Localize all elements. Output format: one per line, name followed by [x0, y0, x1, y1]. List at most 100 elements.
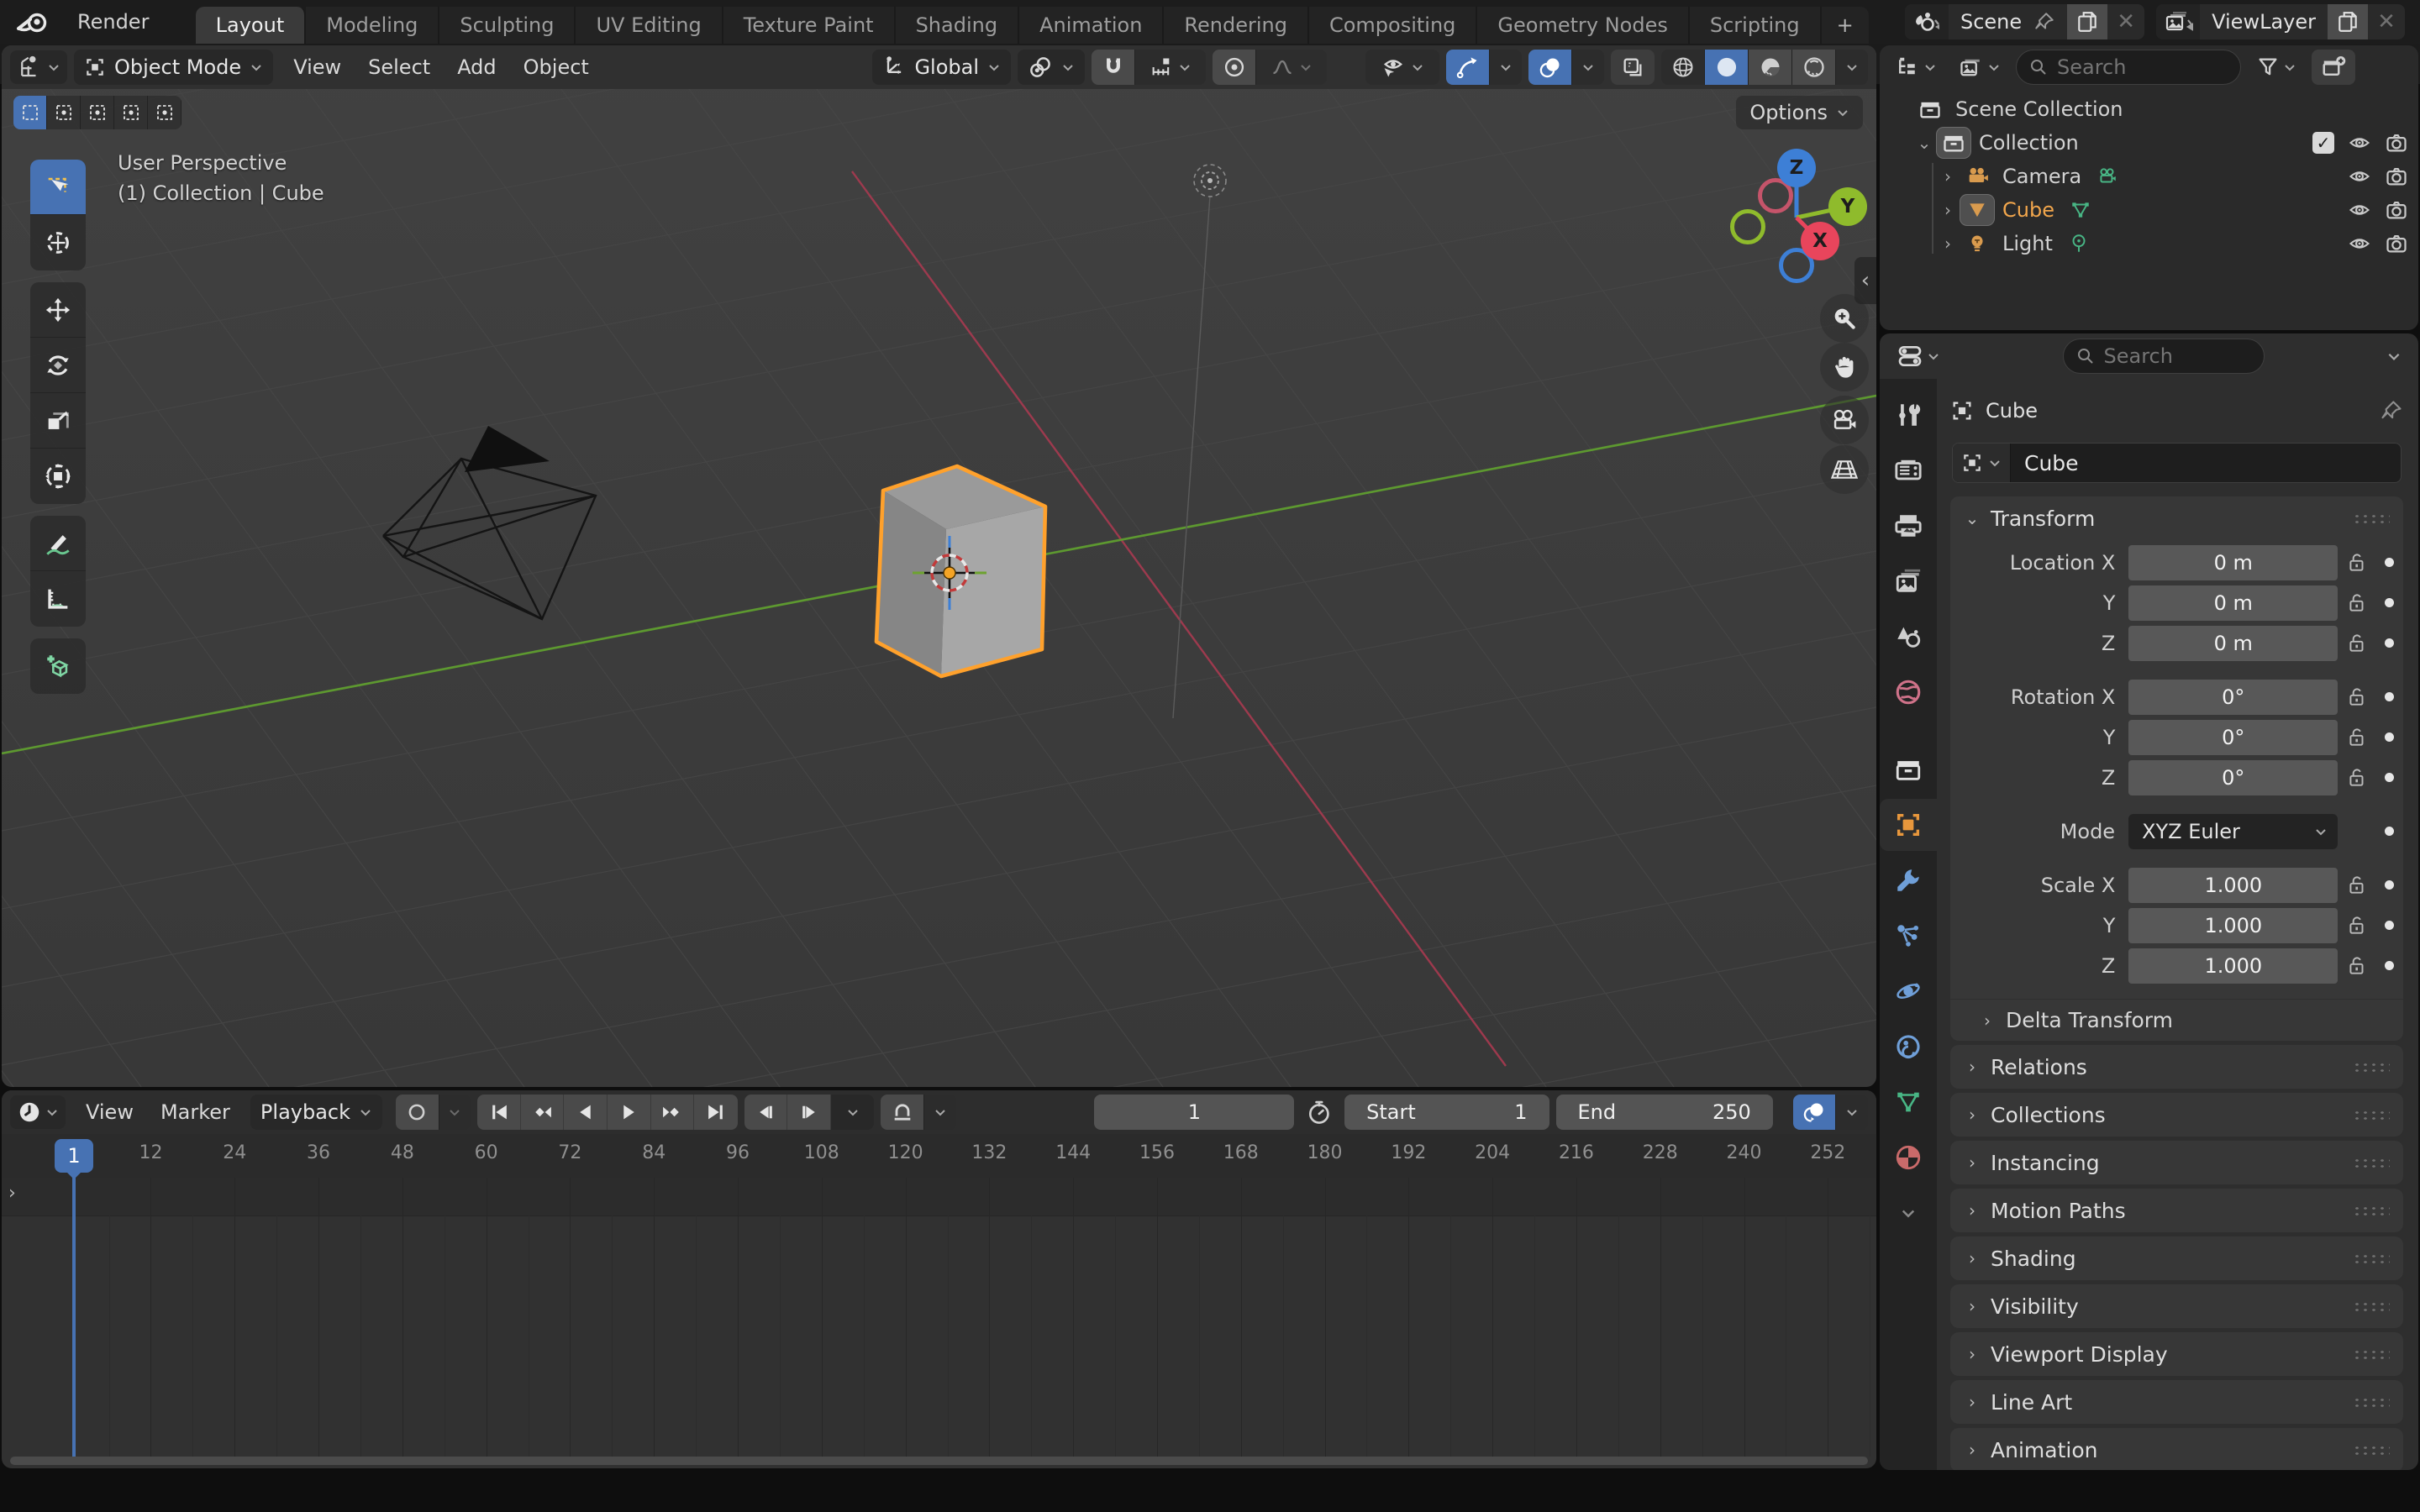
- shading-material-button[interactable]: [1749, 50, 1792, 85]
- loop-dropdown[interactable]: [924, 1095, 956, 1130]
- panel-grip[interactable]: [2353, 1110, 2390, 1120]
- animate-button[interactable]: [2375, 880, 2403, 890]
- hide-in-viewport-icon[interactable]: [2348, 198, 2371, 222]
- unlink-scene-button[interactable]: ✕: [2107, 4, 2144, 39]
- disable-in-renders-icon[interactable]: [2385, 131, 2408, 155]
- properties-tab-tool[interactable]: [1880, 389, 1937, 441]
- mode-dropdown[interactable]: Object Mode: [74, 50, 273, 85]
- lock-button[interactable]: [2338, 633, 2375, 654]
- properties-tab-collection[interactable]: [1880, 743, 1937, 795]
- sync-toggle[interactable]: [1793, 1095, 1837, 1130]
- outliner-row-cube[interactable]: › Cube: [1880, 193, 2418, 227]
- add-workspace-button[interactable]: +: [1822, 7, 1869, 44]
- animate-button[interactable]: [2375, 692, 2403, 701]
- shading-dropdown[interactable]: [1836, 50, 1868, 85]
- properties-tab-output[interactable]: [1880, 500, 1937, 552]
- snap-with-dropdown[interactable]: [1135, 50, 1206, 85]
- value-field[interactable]: 0 m: [2128, 545, 2338, 580]
- lock-button[interactable]: [2338, 686, 2375, 708]
- value-field[interactable]: 0 m: [2128, 585, 2338, 621]
- tab-uv-editing[interactable]: UV Editing: [576, 7, 723, 44]
- lock-button[interactable]: [2338, 915, 2375, 937]
- object-name-input[interactable]: [2011, 451, 2401, 475]
- gizmo-axis-z[interactable]: Z: [1777, 149, 1816, 187]
- expander-icon[interactable]: ›: [1935, 200, 1960, 220]
- proportional-falloff-dropdown[interactable]: [1256, 50, 1327, 85]
- pivot-point-dropdown[interactable]: [1018, 50, 1085, 85]
- view-layer-browse-icon[interactable]: [2156, 4, 2200, 39]
- transport-next-keyframe[interactable]: [651, 1095, 695, 1130]
- tab-rendering[interactable]: Rendering: [1164, 7, 1309, 44]
- tool-cursor[interactable]: [30, 215, 86, 270]
- outliner-row-camera[interactable]: ›Camera: [1880, 160, 2418, 193]
- pan-button[interactable]: [1820, 343, 1869, 391]
- remove-view-layer-button[interactable]: ✕: [2368, 4, 2405, 39]
- value-field[interactable]: 1.000: [2128, 868, 2338, 903]
- properties-tab-particles[interactable]: [1880, 910, 1937, 962]
- new-scene-button[interactable]: [2067, 4, 2107, 39]
- properties-tab-material[interactable]: [1880, 1131, 1937, 1184]
- select-mode-invert[interactable]: [114, 96, 148, 129]
- tab-scripting[interactable]: Scripting: [1690, 7, 1822, 44]
- expander-icon[interactable]: ›: [1935, 166, 1960, 186]
- transport-play[interactable]: [608, 1095, 651, 1130]
- tab-layout[interactable]: Layout: [196, 7, 307, 44]
- delta-transform-subpanel[interactable]: › Delta Transform: [1950, 999, 2403, 1041]
- tool-box-select[interactable]: [30, 160, 86, 215]
- animate-button[interactable]: [2375, 598, 2403, 607]
- object-id-browse[interactable]: [1953, 444, 2011, 482]
- sync-dropdown[interactable]: [1836, 1095, 1868, 1130]
- stopwatch-icon[interactable]: [1306, 1099, 1333, 1126]
- properties-editor-type-button[interactable]: [1890, 339, 1947, 373]
- animate-button[interactable]: [2375, 732, 2403, 742]
- keying-dropdown[interactable]: [439, 1095, 471, 1130]
- transport-previous-keyframe[interactable]: [521, 1095, 565, 1130]
- viewport-menu-object[interactable]: Object: [510, 50, 602, 84]
- tool-rotate[interactable]: [30, 338, 86, 393]
- object-name-field[interactable]: [1952, 443, 2402, 483]
- toggle-ortho-button[interactable]: [1820, 445, 1869, 494]
- select-mode-new[interactable]: [13, 96, 47, 129]
- panel-shading[interactable]: ›Shading: [1950, 1236, 2403, 1280]
- gizmo-axis-y[interactable]: [1730, 209, 1765, 244]
- blender-logo-icon[interactable]: [13, 7, 52, 37]
- transport-play-reverse[interactable]: [564, 1095, 608, 1130]
- view-layer-selector[interactable]: ViewLayer ✕: [2156, 4, 2405, 39]
- value-field[interactable]: 1.000: [2128, 908, 2338, 943]
- auto-keying-toggle[interactable]: [396, 1095, 439, 1130]
- timeline-scrollbar[interactable]: [10, 1457, 1868, 1465]
- outliner-item-label[interactable]: Cube: [2002, 198, 2054, 222]
- pin-icon[interactable]: [2033, 11, 2055, 33]
- tool-measure[interactable]: [30, 571, 86, 627]
- step-options-dropdown[interactable]: [831, 1095, 875, 1130]
- new-collection-button[interactable]: [2312, 50, 2355, 85]
- tool-add-cube[interactable]: [30, 638, 86, 694]
- breadcrumb-object-name[interactable]: Cube: [1986, 399, 2038, 423]
- viewport-canvas[interactable]: [2, 45, 1876, 1087]
- playhead[interactable]: 1: [55, 1139, 93, 1173]
- timeline-track-area[interactable]: [2, 1178, 1876, 1457]
- playback-menu[interactable]: Playback: [250, 1095, 382, 1130]
- properties-tab-scene[interactable]: [1880, 611, 1937, 663]
- proportional-editing-toggle[interactable]: [1213, 50, 1256, 85]
- transport-step-back[interactable]: [744, 1095, 788, 1130]
- outliner-search-input[interactable]: [2057, 55, 2228, 79]
- properties-tabs-overflow[interactable]: [1880, 1187, 1937, 1239]
- panel-visibility[interactable]: ›Visibility: [1950, 1284, 2403, 1328]
- animate-button[interactable]: [2375, 827, 2403, 836]
- properties-tab-physics[interactable]: [1880, 965, 1937, 1017]
- tool-transform[interactable]: [30, 449, 86, 504]
- outliner-filter-button[interactable]: [2249, 50, 2303, 84]
- expander-icon[interactable]: ⌄: [1912, 133, 1937, 153]
- panel-viewport-display[interactable]: ›Viewport Display: [1950, 1332, 2403, 1376]
- panel-grip[interactable]: [2353, 513, 2390, 523]
- panel-collections[interactable]: ›Collections: [1950, 1093, 2403, 1137]
- xray-toggle[interactable]: [1611, 50, 1655, 85]
- tab-compositing[interactable]: Compositing: [1309, 7, 1477, 44]
- gizmos-toggle[interactable]: [1446, 50, 1490, 85]
- tab-animation[interactable]: Animation: [1019, 7, 1164, 44]
- current-frame-field[interactable]: 1: [1094, 1095, 1294, 1130]
- gizmo-axis-y[interactable]: Y: [1828, 187, 1867, 226]
- select-mode-subtract[interactable]: [81, 96, 114, 129]
- outliner-row-scene-collection[interactable]: Scene Collection: [1880, 92, 2418, 126]
